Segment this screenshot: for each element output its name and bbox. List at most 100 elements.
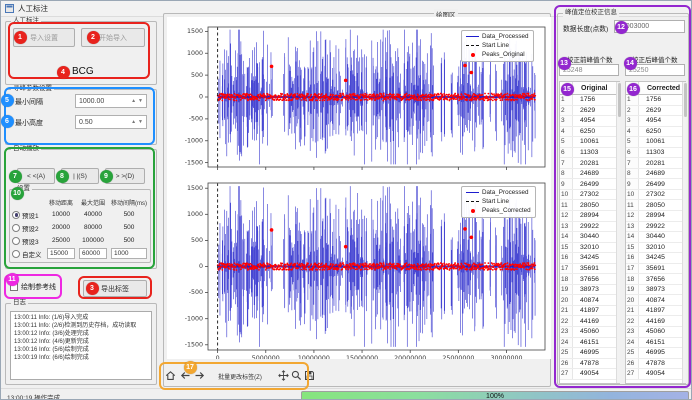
corrected-table-scrollbar[interactable] [682,82,686,383]
peak-value-cell[interactable]: 47878 [573,359,619,369]
table-row[interactable]: 2546995 [626,348,685,359]
table-row[interactable]: 1128050 [626,200,685,211]
peak-value-cell[interactable]: 46151 [573,338,619,348]
table-row[interactable]: 1532010 [626,243,685,254]
step-forward-button[interactable]: > >(D) [105,168,145,184]
peak-value-cell[interactable]: 49054 [573,369,619,379]
peak-value-cell[interactable]: 26499 [573,179,619,189]
peak-value-cell[interactable]: 30440 [573,232,619,242]
table-row[interactable]: 1430440 [560,232,619,243]
back-icon[interactable] [179,369,192,382]
min-height-spinbox[interactable]: 0.50 ▲▼ [75,115,147,129]
peak-value-cell[interactable]: 28050 [639,200,685,210]
export-labels-button[interactable]: 导出标签 [83,280,147,297]
table-row[interactable]: 1027302 [560,190,619,201]
table-row[interactable]: 2040874 [626,295,685,306]
peak-value-cell[interactable]: 46995 [639,348,685,358]
peak-value-cell[interactable]: 29922 [573,222,619,232]
table-row[interactable]: 2141897 [626,306,685,317]
table-row[interactable]: 824689 [626,169,685,180]
peak-value-cell[interactable]: 34245 [639,253,685,263]
table-row[interactable]: 1735691 [560,264,619,275]
table-row[interactable]: 2345060 [626,327,685,338]
peak-value-cell[interactable]: 40874 [573,295,619,305]
peak-value-cell[interactable]: 46995 [573,348,619,358]
peak-value-cell[interactable]: 41897 [573,306,619,316]
table-row[interactable]: 1430440 [626,232,685,243]
table-row[interactable]: 510061 [626,137,685,148]
peak-value-cell[interactable]: 11303 [639,148,685,158]
peak-value-cell[interactable]: 4954 [639,116,685,126]
table-row[interactable]: 1027302 [626,190,685,201]
table-row[interactable]: 22629 [560,106,619,117]
save-icon[interactable] [303,369,316,382]
table-row[interactable]: 11756 [560,95,619,106]
table-row[interactable]: 2446151 [626,338,685,349]
peak-value-cell[interactable]: 20281 [639,158,685,168]
scrollbar-thumb[interactable] [618,83,621,117]
peak-value-cell[interactable]: 41897 [639,306,685,316]
table-row[interactable]: 611303 [560,148,619,159]
table-row[interactable]: 1837656 [560,274,619,285]
pan-icon[interactable] [277,369,290,382]
original-peaks-table[interactable]: Original11756226293495446250510061611303… [559,81,620,384]
min-interval-spinbox[interactable]: 1000.00 ▲▼ [75,94,147,108]
peak-value-cell[interactable]: 32010 [639,243,685,253]
table-row[interactable]: 1228994 [560,211,619,222]
peak-value-cell[interactable]: 6250 [639,127,685,137]
table-row[interactable]: 2749054 [626,369,685,380]
peak-value-cell[interactable]: 1756 [639,95,685,105]
peak-value-cell[interactable]: 30440 [639,232,685,242]
table-row[interactable]: 2446151 [560,338,619,349]
table-row[interactable]: 2749054 [560,369,619,380]
log-output[interactable]: 13:00:11 Info: (1/6)导入完成13:00:11 Info: (… [10,311,152,380]
peak-value-cell[interactable]: 45060 [639,327,685,337]
table-row[interactable]: 2546995 [560,348,619,359]
peak-value-cell[interactable]: 10061 [573,137,619,147]
table-row[interactable]: 926499 [626,179,685,190]
peak-value-cell[interactable]: 2629 [639,106,685,116]
peak-value-cell[interactable]: 45060 [573,327,619,337]
peak-value-cell[interactable]: 28994 [573,211,619,221]
table-row[interactable]: 1735691 [626,264,685,275]
table-row[interactable]: 2244169 [626,316,685,327]
peak-value-cell[interactable]: 27302 [573,190,619,200]
custom-value-input[interactable] [79,248,107,259]
peak-value-cell[interactable]: 20281 [573,158,619,168]
table-row[interactable]: 926499 [560,179,619,190]
scrollbar-thumb[interactable] [684,83,687,117]
table-row[interactable]: 510061 [560,137,619,148]
start-import-button[interactable]: 开始导入 [81,28,145,47]
peak-value-cell[interactable]: 28050 [573,200,619,210]
table-row[interactable]: 1938973 [560,285,619,296]
table-row[interactable]: 2141897 [560,306,619,317]
table-row[interactable]: 1634245 [626,253,685,264]
table-row[interactable]: 1128050 [560,200,619,211]
table-row[interactable]: 1634245 [560,253,619,264]
peak-value-cell[interactable]: 10061 [639,137,685,147]
preset-radio[interactable] [12,224,20,232]
peak-value-cell[interactable]: 37656 [573,274,619,284]
peak-value-cell[interactable]: 11303 [573,148,619,158]
table-row[interactable]: 2345060 [560,327,619,338]
peak-value-cell[interactable]: 35691 [639,264,685,274]
pause-button[interactable]: | |(S) [61,168,99,184]
checkbox-icon[interactable] [10,283,18,291]
table-row[interactable]: 2244169 [560,316,619,327]
forward-icon[interactable] [193,369,206,382]
zoom-icon[interactable] [290,369,303,382]
table-row[interactable]: 824689 [560,169,619,180]
table-row[interactable]: 1532010 [560,243,619,254]
spinbox-arrows-icon[interactable]: ▲▼ [131,98,143,104]
table-row[interactable]: 720281 [626,158,685,169]
peak-value-cell[interactable]: 24689 [573,169,619,179]
peak-value-cell[interactable]: 29922 [639,222,685,232]
preset-radio[interactable] [12,211,20,219]
peak-value-cell[interactable]: 35691 [573,264,619,274]
table-row[interactable]: 2647878 [560,359,619,370]
peak-value-cell[interactable]: 44169 [639,316,685,326]
table-row[interactable]: 1228994 [626,211,685,222]
table-row[interactable]: 720281 [560,158,619,169]
peak-value-cell[interactable]: 38973 [573,285,619,295]
peak-value-cell[interactable]: 26499 [639,179,685,189]
